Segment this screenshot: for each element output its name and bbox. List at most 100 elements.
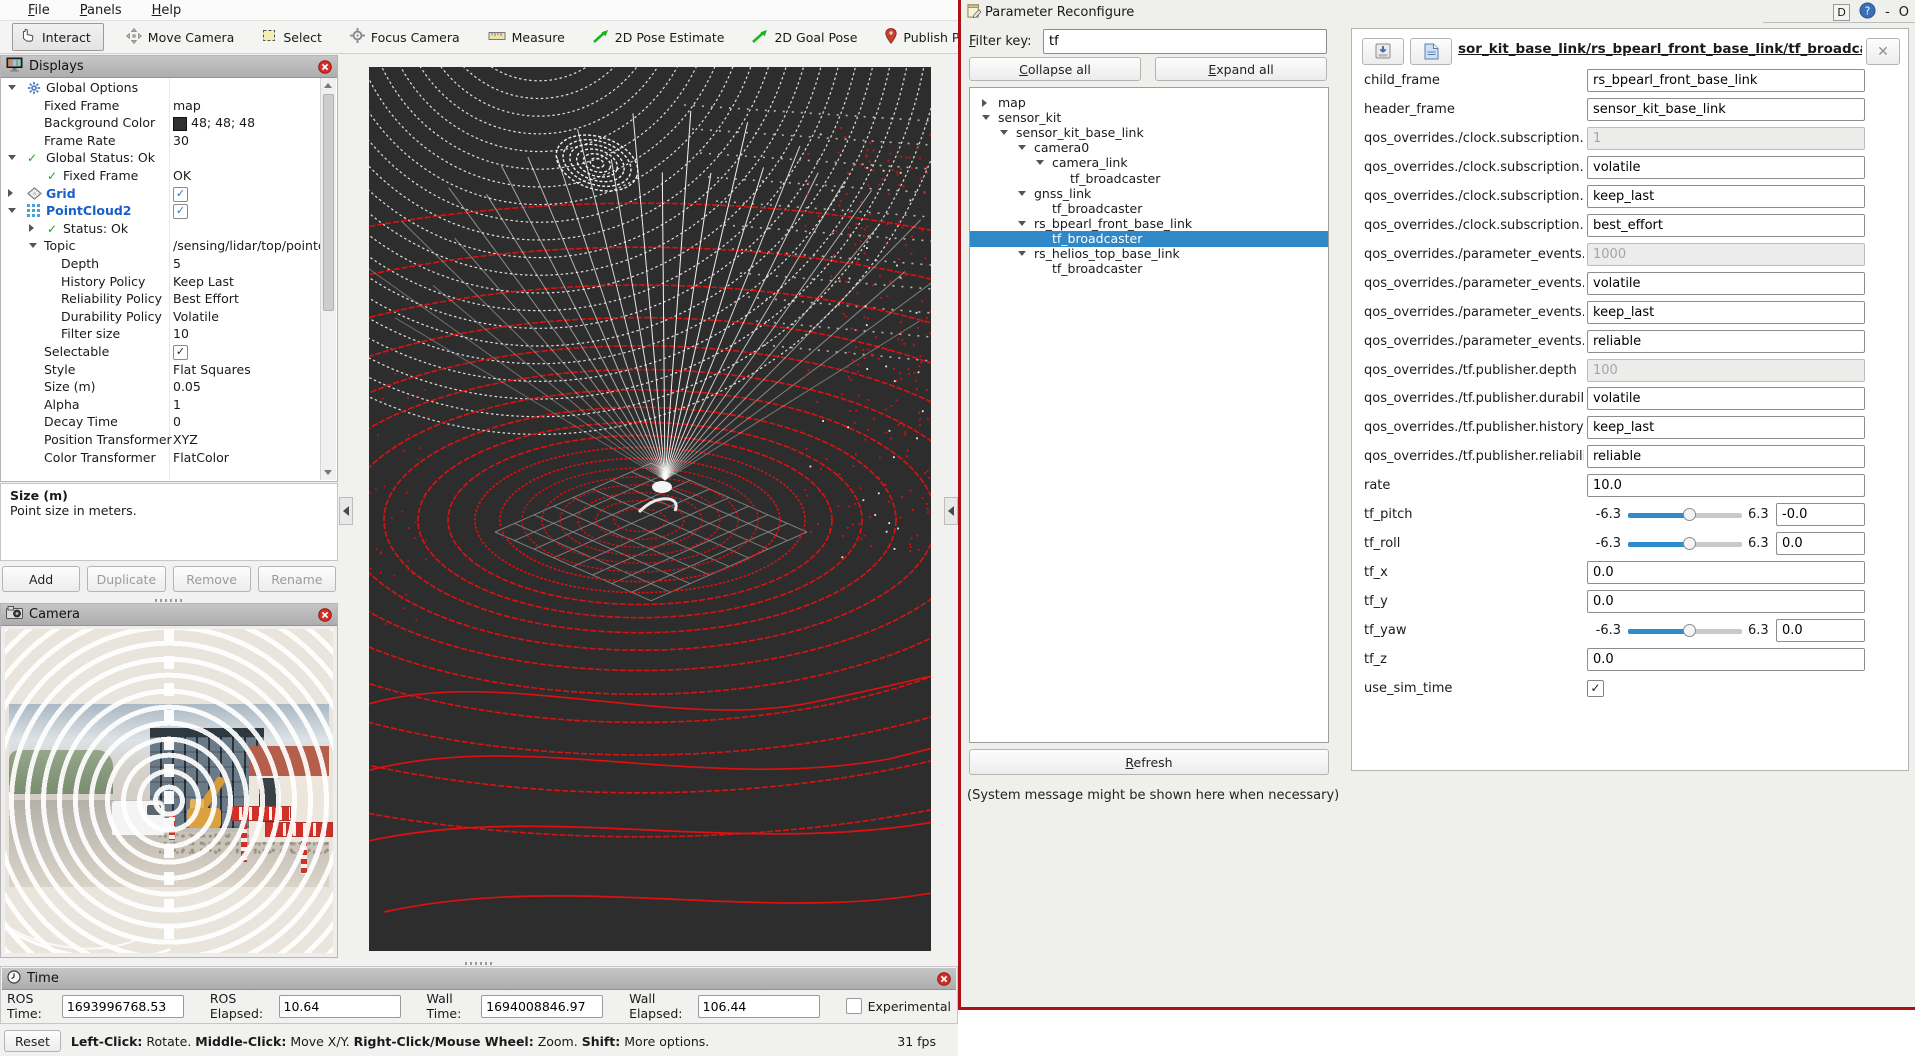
collapse-left-handle[interactable]	[339, 497, 353, 525]
displays-row-fixed-frame[interactable]: Fixed Framemap	[1, 97, 321, 115]
displays-row-filter-size[interactable]: Filter size10	[1, 325, 321, 343]
property-value[interactable]: Best Effort	[173, 291, 239, 306]
scrollbar-thumb[interactable]	[323, 94, 334, 311]
param-value-input[interactable]	[1587, 272, 1865, 295]
param-value-input[interactable]	[1587, 445, 1865, 468]
param-slider[interactable]	[1628, 629, 1742, 634]
tree-node-sensor_kit[interactable]: sensor_kit	[970, 110, 1328, 126]
displays-row-frame-rate[interactable]: Frame Rate30	[1, 132, 321, 150]
displays-row-size-m-[interactable]: Size (m)0.05	[1, 378, 321, 396]
displays-row-decay-time[interactable]: Decay Time0	[1, 413, 321, 431]
expander-open-icon[interactable]	[1018, 145, 1026, 150]
checkbox-checked[interactable]: ✓	[1587, 680, 1604, 697]
slider-handle[interactable]	[1683, 624, 1696, 637]
param-value-input[interactable]	[1587, 590, 1865, 613]
displays-row-topic[interactable]: Topic/sensing/lidar/top/pointcl.	[1, 237, 321, 255]
slider-handle[interactable]	[1683, 537, 1696, 550]
param-value-input[interactable]	[1587, 98, 1865, 121]
ros-time-input[interactable]	[62, 995, 184, 1018]
property-value[interactable]: 0.05	[173, 379, 201, 394]
menu-item-help[interactable]: Help	[152, 3, 182, 18]
displays-row-durability-policy[interactable]: Durability PolicyVolatile	[1, 308, 321, 326]
expander-open-icon[interactable]	[8, 155, 16, 160]
tree-node-camera_link[interactable]: camera_link	[970, 155, 1328, 171]
expander-open-icon[interactable]	[1018, 191, 1026, 196]
displays-row-alpha[interactable]: Alpha1	[1, 396, 321, 414]
property-value[interactable]: Volatile	[173, 309, 219, 324]
param-value-input[interactable]	[1587, 648, 1865, 671]
displays-row-history-policy[interactable]: History PolicyKeep Last	[1, 273, 321, 291]
slider-handle[interactable]	[1683, 508, 1696, 521]
displays-row-global-status-ok[interactable]: ✓Global Status: Ok	[1, 149, 321, 167]
collapse-right-handle[interactable]	[944, 497, 958, 525]
property-value[interactable]: 1	[173, 397, 181, 412]
displays-row-global-options[interactable]: Global Options	[1, 79, 321, 97]
expander-open-icon[interactable]	[8, 85, 16, 90]
tool-2d-goal-pose[interactable]: 2D Goal Pose	[752, 29, 857, 46]
expander-open-icon[interactable]	[1036, 160, 1044, 165]
ros-elapsed-input[interactable]	[279, 995, 401, 1018]
tree-node-rs_bpearl_front_base_link[interactable]: rs_bpearl_front_base_link	[970, 216, 1328, 232]
displays-row-depth[interactable]: Depth5	[1, 255, 321, 273]
tool-select[interactable]: Select	[262, 28, 322, 46]
tree-node-tf_broadcaster[interactable]: tf_broadcaster	[970, 201, 1328, 217]
displays-row-pointcloud2[interactable]: PointCloud2✓	[1, 202, 321, 220]
close-icon[interactable]	[318, 60, 332, 74]
param-slider[interactable]	[1628, 542, 1742, 547]
help-question-icon[interactable]: ?	[1859, 2, 1876, 23]
wall-time-input[interactable]	[481, 995, 603, 1018]
reset-button[interactable]: Reset	[4, 1030, 61, 1052]
param-value-input[interactable]	[1587, 387, 1865, 410]
param-value-input[interactable]	[1587, 214, 1865, 237]
collapse-all-button[interactable]: Collapse all	[969, 57, 1141, 81]
displays-row-position-transformer[interactable]: Position TransformerXYZ	[1, 431, 321, 449]
property-value[interactable]: XYZ	[173, 432, 198, 447]
tool-2d-pose-estimate[interactable]: 2D Pose Estimate	[593, 29, 725, 46]
expander-open-icon[interactable]	[1000, 130, 1008, 135]
tree-node-gnss_link[interactable]: gnss_link	[970, 186, 1328, 202]
tree-node-tf_broadcaster[interactable]: tf_broadcaster	[970, 171, 1328, 187]
property-value[interactable]: 30	[173, 133, 189, 148]
expander-closed-icon[interactable]	[29, 224, 34, 232]
param-value-input[interactable]	[1776, 532, 1865, 555]
tool-focus-camera[interactable]: Focus Camera	[350, 28, 460, 46]
displays-row-style[interactable]: StyleFlat Squares	[1, 361, 321, 379]
param-value-input[interactable]	[1587, 474, 1865, 497]
rename-button[interactable]: Rename	[258, 566, 336, 592]
property-value[interactable]: 0	[173, 414, 181, 429]
d-indicator-button[interactable]: D	[1833, 4, 1850, 21]
tree-node-tf_broadcaster[interactable]: tf_broadcaster	[970, 231, 1328, 247]
expand-all-button[interactable]: Expand all	[1155, 57, 1327, 81]
property-value[interactable]: 10	[173, 326, 189, 341]
expander-open-icon[interactable]	[1018, 251, 1026, 256]
param-value-input[interactable]	[1776, 503, 1865, 526]
splitter-handle[interactable]	[155, 599, 185, 602]
splitter-handle[interactable]	[465, 962, 495, 965]
displays-row-status-ok[interactable]: ✓Status: Ok	[1, 220, 321, 238]
tool-measure[interactable]: Measure	[488, 30, 565, 45]
checkbox-checked[interactable]: ✓	[173, 345, 188, 360]
menu-item-panels[interactable]: Panels	[80, 3, 122, 18]
displays-row-grid[interactable]: Grid✓	[1, 185, 321, 203]
param-value-input[interactable]	[1587, 185, 1865, 208]
tool-interact[interactable]: Interact	[12, 23, 104, 51]
menu-item-file[interactable]: File	[28, 3, 50, 18]
minimize-button[interactable]: -	[1885, 5, 1890, 20]
displays-scrollbar[interactable]	[320, 78, 336, 480]
experimental-toggle[interactable]: Experimental	[846, 998, 951, 1014]
expander-open-icon[interactable]	[29, 243, 37, 248]
duplicate-button[interactable]: Duplicate	[87, 566, 165, 592]
property-value[interactable]: FlatColor	[173, 450, 229, 465]
tree-node-camera0[interactable]: camera0	[970, 140, 1328, 156]
displays-row-reliability-policy[interactable]: Reliability PolicyBest Effort	[1, 290, 321, 308]
displays-row-selectable[interactable]: Selectable✓	[1, 343, 321, 361]
expander-closed-icon[interactable]	[982, 99, 987, 107]
tree-node-rs_helios_top_base_link[interactable]: rs_helios_top_base_link	[970, 246, 1328, 262]
wall-elapsed-input[interactable]	[698, 995, 820, 1018]
param-slider[interactable]	[1628, 513, 1742, 518]
add-button[interactable]: Add	[2, 566, 80, 592]
expander-open-icon[interactable]	[1018, 221, 1026, 226]
save-params-button[interactable]	[1362, 38, 1404, 65]
tree-node-sensor_kit_base_link[interactable]: sensor_kit_base_link	[970, 125, 1328, 141]
property-value[interactable]: 5	[173, 256, 181, 271]
